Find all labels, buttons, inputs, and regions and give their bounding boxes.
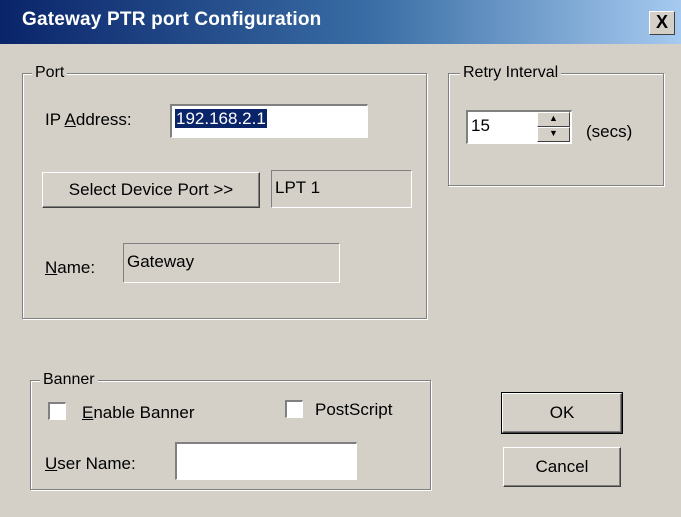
device-port-field: LPT 1	[271, 170, 412, 208]
ok-button[interactable]: OK	[501, 392, 623, 434]
spin-down-icon: ▼	[549, 128, 558, 138]
close-button[interactable]: X	[649, 11, 675, 35]
name-label: Name:	[45, 258, 96, 277]
postscript-checkbox[interactable]	[285, 400, 303, 418]
banner-legend: Banner	[40, 371, 98, 389]
port-group-legend: Port	[32, 64, 68, 82]
spin-down-button[interactable]: ▼	[537, 127, 570, 142]
window-title: Gateway PTR port Configuration	[22, 9, 322, 30]
select-device-port-button[interactable]: Select Device Port >>	[42, 172, 260, 208]
spin-up-icon: ▲	[549, 113, 558, 123]
user-name-input[interactable]	[175, 442, 357, 480]
cancel-button[interactable]: Cancel	[503, 447, 621, 487]
enable-banner-label: Enable Banner	[82, 403, 195, 422]
name-value: Gateway	[127, 252, 195, 271]
retry-interval-legend: Retry Interval	[460, 64, 562, 82]
close-icon: X	[655, 12, 668, 32]
name-field: Gateway	[123, 243, 340, 283]
retry-interval-unit: (secs)	[586, 122, 633, 141]
spin-up-button[interactable]: ▲	[537, 112, 570, 127]
enable-banner-checkbox[interactable]	[48, 402, 66, 420]
title-bar: Gateway PTR port Configuration X	[0, 0, 681, 44]
ip-address-label: IP Address:	[45, 110, 132, 129]
postscript-label: PostScript	[315, 400, 393, 419]
device-port-value: LPT 1	[275, 178, 321, 197]
ip-address-value: 192.168.2.1	[175, 109, 267, 128]
retry-interval-value: 15	[471, 116, 490, 135]
user-name-label: User Name:	[45, 454, 136, 473]
ip-address-input[interactable]: 192.168.2.1	[170, 104, 368, 138]
